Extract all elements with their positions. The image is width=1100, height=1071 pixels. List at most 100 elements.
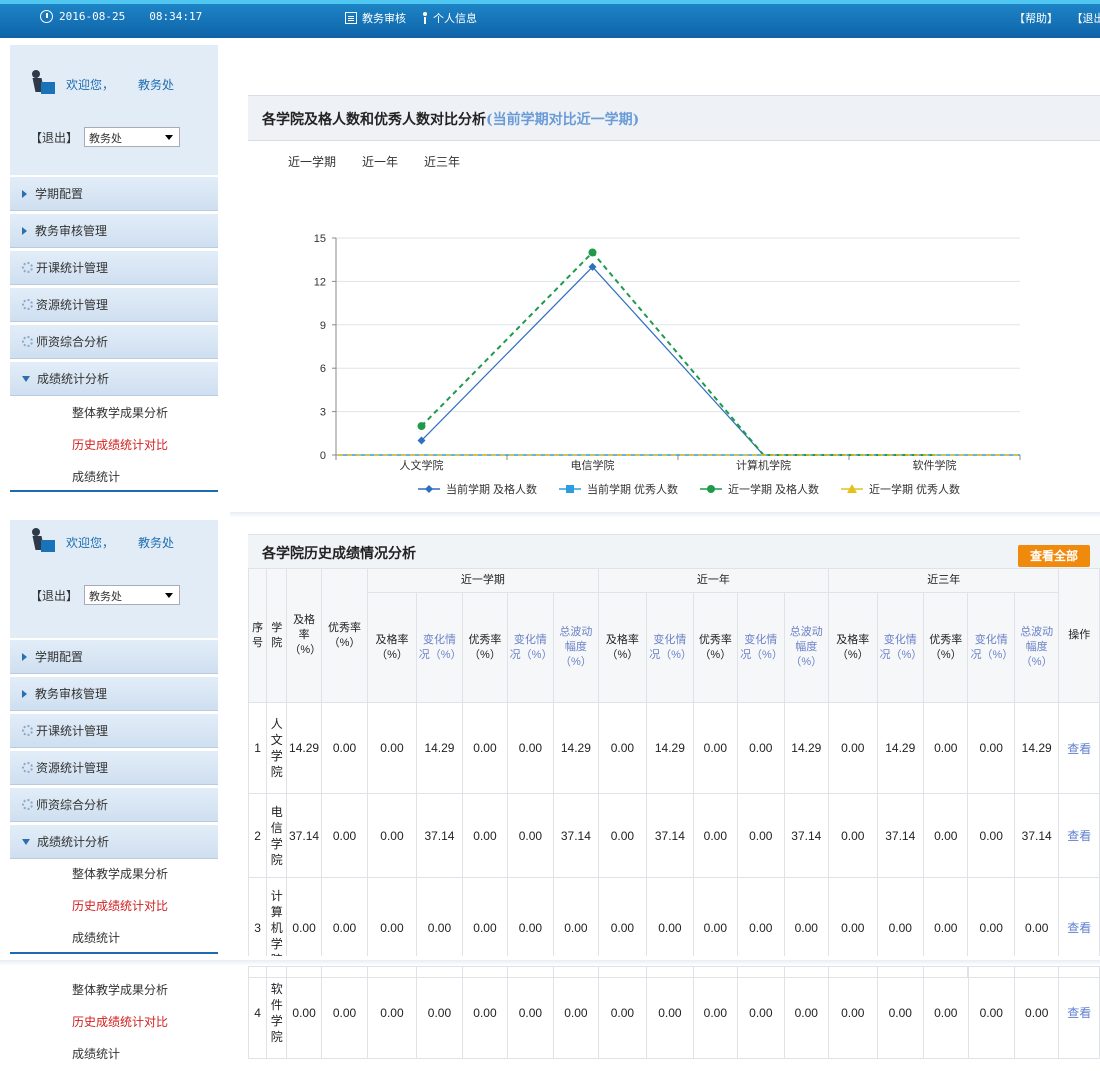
submenu-grade-stats[interactable]: 成绩统计 [10, 1040, 218, 1066]
nav-personal-info[interactable]: 个人信息 [422, 10, 477, 26]
view-link[interactable]: 查看 [1058, 793, 1100, 878]
role-select-value: 教务处 [89, 590, 123, 603]
role-select[interactable]: 教务处 [84, 585, 181, 605]
cell-value: 0.00 [828, 966, 878, 1059]
cell-seq: 4 [247, 966, 268, 1059]
menu-item-course-stats[interactable]: 开课统计管理 [10, 251, 218, 285]
y-tick-label: 15 [314, 233, 326, 245]
view-link[interactable]: 查看 [1058, 966, 1100, 1059]
triangle-right-icon [22, 689, 27, 698]
clock-icon [40, 10, 53, 23]
top-bar: 2016-08-25 08:34:17 教务审核 个人信息 【帮助】 【退出】 [0, 0, 1100, 38]
legend-label: 当前学期 优秀人数 [587, 482, 678, 496]
user-figure-icon [30, 70, 56, 98]
cell-value: 0.00 [828, 793, 878, 878]
date-text: 2016-08-25 [59, 10, 126, 23]
gear-icon [22, 762, 33, 773]
x-tick-label: 电信学院 [571, 458, 615, 472]
cell-value: 0.00 [506, 966, 555, 1059]
vertical-text: 序 号 [252, 621, 264, 649]
welcome-2: 欢迎您， 教务处 [30, 528, 174, 556]
y-tick-label: 12 [314, 276, 326, 288]
cell-value: 0.00 [967, 793, 1015, 878]
header-sub: 变化情况（%） [415, 592, 464, 703]
tab-recent-term[interactable]: 近一学期 [288, 153, 336, 170]
vertical-text: 电 信 学 院 [270, 804, 283, 867]
section-divider [230, 512, 1100, 518]
view-link[interactable]: 查看 [1058, 702, 1100, 794]
cell-value: 0.00 [967, 966, 1015, 1059]
help-link[interactable]: 【帮助】 [1014, 12, 1058, 25]
table-panel: 各学院历史成绩情况分析 查看全部 序 号学 院及格率（%） 优秀率（%） 近一学期近… [247, 534, 1100, 978]
datetime: 2016-08-25 08:34:17 [40, 10, 202, 23]
top-nav: 教务审核 个人信息 [345, 10, 477, 26]
line-chart: 0 3 6 9 12 15 人文学院 电信学院 计算机学院 软件学院当前学期 及格人数 当前学期 优… [314, 233, 1021, 496]
submenu-grade-stats[interactable]: 成绩统计 [10, 924, 218, 950]
menu-item-resource-stats[interactable]: 资源统计管理 [10, 288, 218, 322]
menu-item-term-config[interactable]: 学期配置 [10, 640, 218, 674]
menu-item-review-manage[interactable]: 教务审核管理 [10, 214, 218, 248]
cell-value: 14.29 [783, 702, 830, 794]
table-title: 各学院历史成绩情况分析 [262, 546, 416, 562]
legend-swatch-marker [425, 485, 433, 493]
cell-value: 0.00 [597, 702, 648, 794]
tab-recent-three-years[interactable]: 近三年 [424, 153, 460, 170]
legend-label: 当前学期 及格人数 [446, 482, 537, 496]
period-tabs: 近一学期 近一年 近三年 [288, 153, 460, 170]
welcome-text: 欢迎您， [66, 535, 115, 550]
submenu-grade-stats[interactable]: 成绩统计 [10, 463, 218, 489]
menu-item-course-stats[interactable]: 开课统计管理 [10, 714, 218, 748]
menu-item-grade-analysis[interactable]: 成绩统计分析 [10, 825, 218, 859]
cell-value: 0.00 [692, 966, 739, 1059]
header-seq: 序 号 [247, 568, 268, 703]
cell-value: 0.00 [597, 966, 648, 1059]
gear-icon [22, 336, 33, 347]
table-row: 1人 文 学 院 14.29 0.00 0.00 14.29 0.00 0.00 14.29 0… [247, 702, 1100, 794]
header-sub: 变化情况（%） [967, 592, 1015, 703]
header-sub: 总波动幅度（%） [553, 592, 599, 703]
header-excellent-rate: 优秀率（%） [320, 568, 369, 703]
cell-value: 0.00 [462, 966, 508, 1059]
y-tick-label: 9 [320, 320, 326, 332]
logout-link[interactable]: 【退出】 [1072, 12, 1100, 25]
menu-item-faculty-analysis[interactable]: 师资综合分析 [10, 325, 218, 359]
cell-pass-rate: 37.14 [286, 793, 322, 878]
cell-value: 0.00 [646, 966, 694, 1059]
vertical-text: 学 院 [271, 621, 283, 649]
menu-label: 开课统计管理 [36, 261, 109, 275]
menu-item-review-manage[interactable]: 教务审核管理 [10, 677, 218, 711]
vertical-text: 软 件 学 院 [270, 981, 283, 1044]
menu-label: 学期配置 [35, 187, 84, 201]
submenu-history-compare[interactable]: 历史成绩统计对比 [10, 892, 218, 918]
data-point [588, 248, 597, 257]
role-select[interactable]: 教务处 [84, 127, 181, 147]
menu-item-grade-analysis[interactable]: 成绩统计分析 [10, 362, 218, 396]
submenu-history-compare[interactable]: 历史成绩统计对比 [10, 1008, 218, 1034]
cell-value: 0.00 [923, 702, 969, 794]
cell-excellent-rate: 0.00 [320, 966, 369, 1059]
menu-item-term-config[interactable]: 学期配置 [10, 177, 218, 211]
document-icon [345, 12, 357, 24]
menu-item-faculty-analysis[interactable]: 师资综合分析 [10, 788, 218, 822]
header-sub: 优秀率（%） [462, 592, 508, 703]
logout-button[interactable]: 【退出】 [30, 129, 78, 146]
cell-value: 0.00 [923, 966, 969, 1059]
view-all-button[interactable]: 查看全部 [1018, 545, 1090, 567]
header-pass-rate: 及格率（%） [286, 568, 322, 703]
chart-panel-header: 各学院及格人数和优秀人数对比分析(当前学期对比近一学期) [248, 95, 1100, 141]
submenu-history-compare[interactable]: 历史成绩统计对比 [10, 431, 218, 457]
submenu-overall-results[interactable]: 整体教学成果分析 [10, 399, 218, 425]
series-line [421, 266, 935, 456]
submenu-overall-results[interactable]: 整体教学成果分析 [10, 976, 218, 1002]
header-college: 学 院 [266, 568, 288, 703]
header-group: 近一学期 [367, 568, 599, 593]
tab-recent-year[interactable]: 近一年 [362, 153, 398, 170]
cell-pass-rate: 14.29 [286, 702, 322, 794]
header-sub: 总波动幅度（%） [1013, 592, 1060, 703]
logout-button[interactable]: 【退出】 [30, 587, 78, 604]
cell-value: 14.29 [646, 702, 694, 794]
submenu-overall-results[interactable]: 整体教学成果分析 [10, 860, 218, 886]
menu-item-resource-stats[interactable]: 资源统计管理 [10, 751, 218, 785]
nav-academic-review[interactable]: 教务审核 [345, 10, 406, 26]
menu-label: 教务审核管理 [35, 224, 108, 238]
